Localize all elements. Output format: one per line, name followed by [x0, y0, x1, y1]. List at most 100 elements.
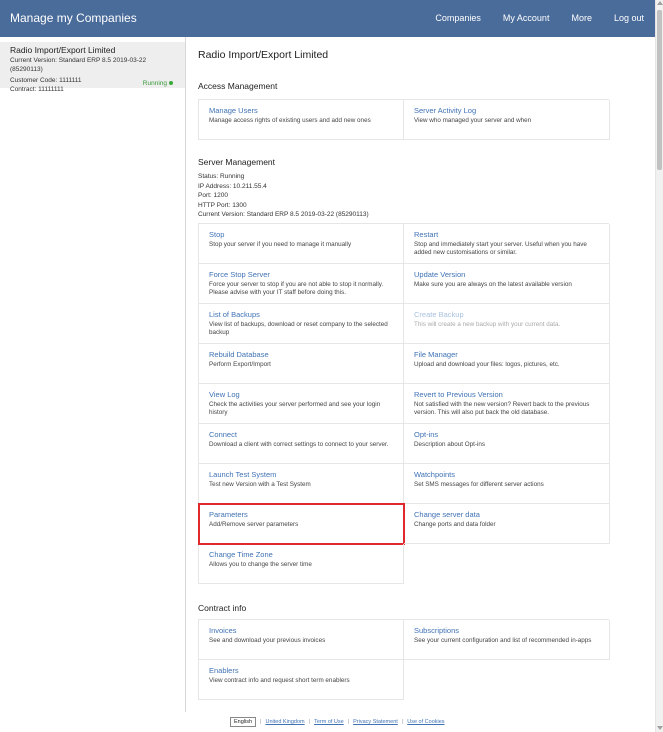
card-stop[interactable]: Stop Stop your server if you need to man… [199, 224, 404, 264]
link-server-activity-log[interactable]: Server Activity Log [414, 106, 599, 115]
card-invoices[interactable]: Invoices See and download your previous … [199, 620, 404, 660]
card-enablers[interactable]: Enablers View contract info and request … [199, 660, 404, 700]
card-view-log[interactable]: View Log Check the activities your serve… [199, 384, 404, 424]
language-button[interactable]: English [230, 717, 257, 727]
server-status-block: Status: Running IP Address: 10.211.55.4 … [198, 172, 369, 220]
link-term-of-use[interactable]: Term of Use [314, 719, 344, 725]
desc-force-stop-server: Force your server to stop if you are not… [209, 281, 384, 296]
card-update-version[interactable]: Update Version Make sure you are always … [404, 264, 610, 304]
card-restart[interactable]: Restart Stop and immediately start your … [404, 224, 610, 264]
section-title-server: Server Management [198, 157, 276, 167]
link-change-server-data[interactable]: Change server data [414, 510, 599, 519]
desc-restart: Stop and immediately start your server. … [414, 241, 587, 256]
company-name: Radio Import/Export Limited [10, 45, 116, 55]
desc-view-log: Check the activities your server perform… [209, 401, 381, 416]
link-change-time-zone[interactable]: Change Time Zone [209, 550, 393, 559]
link-watchpoints[interactable]: Watchpoints [414, 470, 599, 479]
running-dot-icon [169, 81, 173, 86]
card-change-server-data[interactable]: Change server data Change ports and data… [404, 504, 610, 544]
card-revert-previous-version[interactable]: Revert to Previous Version Not satisfied… [404, 384, 610, 424]
link-rebuild-database[interactable]: Rebuild Database [209, 350, 393, 359]
app-title: Manage my Companies [10, 11, 137, 25]
desc-rebuild-database: Perform Export/Import [209, 361, 271, 368]
card-rebuild-database[interactable]: Rebuild Database Perform Export/Import [199, 344, 404, 384]
card-subscriptions[interactable]: Subscriptions See your current configura… [404, 620, 610, 660]
http-port-line: HTTP Port: 1300 [198, 201, 247, 209]
link-revert-previous-version[interactable]: Revert to Previous Version [414, 390, 599, 399]
link-invoices[interactable]: Invoices [209, 626, 393, 635]
desc-change-time-zone: Allows you to change the server time [209, 561, 312, 568]
link-use-of-cookies[interactable]: Use of Cookies [407, 719, 444, 725]
company-card[interactable]: Radio Import/Export Limited Current Vers… [0, 42, 185, 93]
ip-address-line: IP Address: 10.211.55.4 [198, 182, 267, 190]
port-line: Port: 1200 [198, 192, 228, 199]
card-server-activity-log[interactable]: Server Activity Log View who managed you… [404, 100, 610, 140]
link-united-kingdom[interactable]: United Kingdom [265, 719, 304, 725]
link-subscriptions[interactable]: Subscriptions [414, 626, 599, 635]
nav-more[interactable]: More [571, 13, 592, 23]
desc-watchpoints: Set SMS messages for different server ac… [414, 481, 544, 488]
card-file-manager[interactable]: File Manager Upload and download your fi… [404, 344, 610, 384]
link-connect[interactable]: Connect [209, 430, 393, 439]
desc-change-server-data: Change ports and data folder [414, 521, 496, 528]
scroll-up-arrow-icon[interactable] [657, 1, 663, 5]
desc-parameters: Add/Remove server parameters [209, 521, 299, 528]
desc-launch-test-system: Test new Version with a Test System [209, 481, 311, 488]
status-line: Status: Running [198, 173, 245, 180]
card-create-backup: Create Backup This will create a new bac… [404, 304, 610, 344]
link-restart[interactable]: Restart [414, 230, 599, 239]
link-list-of-backups[interactable]: List of Backups [209, 310, 393, 319]
desc-update-version: Make sure you are always on the latest a… [414, 281, 572, 288]
desc-opt-ins: Description about Opt-ins [414, 441, 486, 448]
card-manage-users[interactable]: Manage Users Manage access rights of exi… [199, 100, 404, 140]
desc-server-activity-log: View who managed your server and when [414, 117, 532, 124]
link-create-backup: Create Backup [414, 310, 464, 319]
link-manage-users[interactable]: Manage Users [209, 106, 393, 115]
top-nav: Companies My Account More Log out [435, 13, 644, 23]
card-parameters[interactable]: Parameters Add/Remove server parameters [198, 503, 405, 545]
sidebar: Radio Import/Export Limited Current Vers… [0, 37, 186, 712]
desc-manage-users: Manage access rights of existing users a… [209, 117, 371, 124]
access-grid: Manage Users Manage access rights of exi… [198, 99, 610, 140]
company-version: Current Version: Standard ERP 8.5 2019-0… [10, 57, 147, 73]
desc-stop: Stop your server if you need to manage i… [209, 241, 352, 248]
link-enablers[interactable]: Enablers [209, 666, 393, 675]
page-scrollbar[interactable] [655, 0, 663, 732]
link-file-manager[interactable]: File Manager [414, 350, 599, 359]
link-launch-test-system[interactable]: Launch Test System [209, 470, 393, 479]
card-change-time-zone[interactable]: Change Time Zone Allows you to change th… [199, 544, 404, 584]
desc-connect: Download a client with correct settings … [209, 441, 389, 448]
card-connect[interactable]: Connect Download a client with correct s… [199, 424, 404, 464]
desc-enablers: View contract info and request short ter… [209, 677, 350, 684]
card-force-stop-server[interactable]: Force Stop Server Force your server to s… [199, 264, 404, 304]
section-title-access: Access Management [198, 81, 278, 91]
empty-cell [404, 544, 610, 584]
empty-cell [404, 660, 610, 700]
status-text: Running [142, 80, 167, 87]
link-update-version[interactable]: Update Version [414, 270, 599, 279]
card-launch-test-system[interactable]: Launch Test System Test new Version with… [199, 464, 404, 504]
status-badge: Running [143, 80, 173, 87]
nav-my-account[interactable]: My Account [503, 13, 550, 23]
link-view-log[interactable]: View Log [209, 390, 393, 399]
footer: English | United Kingdom | Term of Use |… [230, 717, 445, 727]
link-privacy-statement[interactable]: Privacy Statement [353, 719, 398, 725]
scroll-down-arrow-icon[interactable] [657, 726, 663, 730]
nav-companies[interactable]: Companies [435, 13, 481, 23]
link-stop[interactable]: Stop [209, 230, 393, 239]
desc-subscriptions: See your current configuration and list … [414, 637, 592, 644]
desc-file-manager: Upload and download your files: logos, p… [414, 361, 560, 368]
nav-log-out[interactable]: Log out [614, 13, 644, 23]
card-opt-ins[interactable]: Opt-ins Description about Opt-ins [404, 424, 610, 464]
link-parameters[interactable]: Parameters [209, 510, 393, 519]
card-list-of-backups[interactable]: List of Backups View list of backups, do… [199, 304, 404, 344]
link-opt-ins[interactable]: Opt-ins [414, 430, 599, 439]
top-bar: Manage my Companies Companies My Account… [0, 0, 655, 37]
scroll-thumb[interactable] [657, 10, 662, 170]
card-watchpoints[interactable]: Watchpoints Set SMS messages for differe… [404, 464, 610, 504]
desc-list-of-backups: View list of backups, download or reset … [209, 321, 388, 336]
desc-invoices: See and download your previous invoices [209, 637, 326, 644]
link-force-stop-server[interactable]: Force Stop Server [209, 270, 393, 279]
page-title: Radio Import/Export Limited [198, 49, 329, 61]
contract-grid: Invoices See and download your previous … [198, 619, 610, 700]
